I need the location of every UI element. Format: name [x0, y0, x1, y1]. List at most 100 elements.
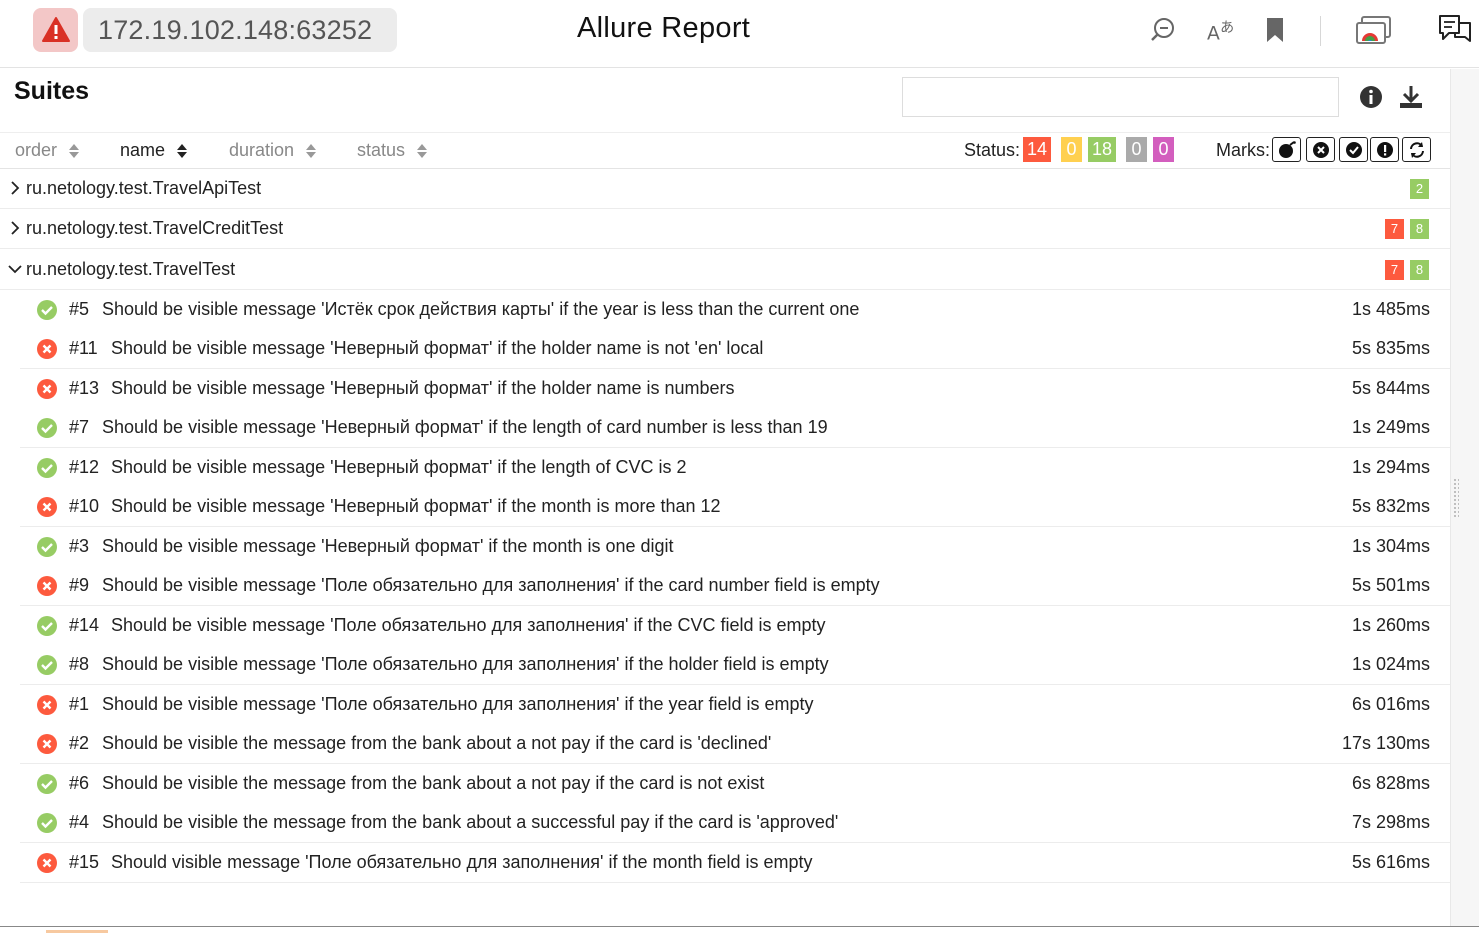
status-filter-skipped[interactable]: 0	[1126, 137, 1147, 162]
test-case-row[interactable]: #9 Should be visible message 'Поле обязат…	[20, 566, 1450, 606]
status-filter-label: Status:	[964, 140, 1021, 160]
warning-icon[interactable]	[33, 8, 78, 52]
test-case-number: #11	[69, 338, 98, 358]
zoom-icon[interactable]	[1148, 14, 1178, 46]
status-filter-failed[interactable]: 14	[1023, 137, 1052, 162]
suite-row-travel-test[interactable]: ru.netology.test.TravelTest 7 8	[0, 250, 1450, 290]
svg-text:あ: あ	[1220, 20, 1234, 36]
sort-arrows-icon	[69, 143, 80, 158]
sort-name-label: name	[120, 140, 166, 160]
test-case-row[interactable]: #14 Should be visible message 'Поле обяза…	[20, 606, 1450, 646]
passed-status-icon	[37, 774, 57, 794]
passed-status-icon	[37, 458, 57, 478]
test-case-name: Should be visible message 'Неверный форм…	[111, 496, 721, 516]
suite-name: ru.netology.test.TravelTest	[26, 259, 236, 279]
suite-name: ru.netology.test.TravelApiTest	[26, 178, 262, 198]
test-case-duration: 5s 844ms	[1351, 378, 1430, 398]
passed-status-icon	[37, 418, 57, 438]
sort-name[interactable]: name	[120, 140, 188, 161]
address-bar[interactable]: 172.19.102.148:63252	[83, 8, 397, 52]
test-case-name: Should be visible message 'Поле обязател…	[102, 694, 814, 714]
failed-status-icon	[37, 734, 57, 754]
test-case-name: Should be visible message 'Истёк срок де…	[102, 299, 860, 319]
test-case-row[interactable]: #13 Should be visible message 'Неверный ф…	[20, 369, 1450, 409]
failed-status-icon	[37, 695, 57, 715]
search-input[interactable]	[902, 77, 1339, 117]
failed-status-icon	[37, 497, 57, 517]
toolbar-divider	[1320, 16, 1321, 46]
test-case-row[interactable]: #12 Should be visible message 'Неверный ф…	[20, 448, 1450, 488]
status-filter-broken[interactable]: 0	[1061, 137, 1082, 162]
browser-toolbar: 172.19.102.148:63252 Allure Report Aあ	[0, 0, 1479, 68]
mark-new-failed-icon[interactable]	[1306, 137, 1335, 162]
failed-status-icon	[37, 576, 57, 596]
page-title: Allure Report	[577, 12, 751, 44]
suite-failed-count: 7	[1385, 219, 1404, 239]
status-filter-unknown[interactable]: 0	[1153, 137, 1174, 162]
test-case-row[interactable]: #7 Should be visible message 'Неверный фо…	[20, 408, 1450, 448]
test-case-duration: 1s 260ms	[1351, 615, 1430, 635]
suite-name: ru.netology.test.TravelCreditTest	[26, 218, 284, 238]
marks-filter-label: Marks:	[1216, 140, 1270, 160]
test-case-number: #10	[69, 496, 100, 516]
test-case-name: Should be visible message 'Поле обязател…	[102, 654, 829, 674]
chevron-right-icon	[8, 181, 22, 195]
mark-new-passed-icon[interactable]	[1339, 137, 1368, 162]
test-case-duration: 5s 835ms	[1351, 338, 1430, 358]
sort-duration-label: duration	[229, 140, 295, 160]
test-case-duration: 7s 298ms	[1351, 812, 1430, 832]
sort-arrows-icon	[177, 143, 188, 158]
suite-passed-count: 8	[1410, 219, 1429, 239]
download-icon[interactable]	[1398, 84, 1424, 110]
test-case-row[interactable]: #15 Should visible message 'Поле обязател…	[20, 843, 1450, 883]
failed-status-icon	[37, 339, 57, 359]
test-case-row[interactable]: #10 Should be visible message 'Неверный ф…	[20, 487, 1450, 527]
passed-status-icon	[37, 300, 57, 320]
mark-flaky-icon[interactable]	[1272, 137, 1301, 162]
test-case-number: #13	[69, 378, 100, 398]
suite-row-travel-credit-test[interactable]: ru.netology.test.TravelCreditTest 7 8	[0, 209, 1450, 249]
test-case-duration: 6s 016ms	[1351, 694, 1430, 714]
sort-status[interactable]: status	[357, 140, 428, 161]
mark-retries-icon[interactable]	[1402, 137, 1431, 162]
test-case-name: Should visible message 'Поле обязательно…	[111, 852, 813, 872]
test-case-number: #12	[69, 457, 100, 477]
test-case-row[interactable]: #1 Should be visible message 'Поле обязат…	[20, 685, 1450, 725]
mark-new-broken-icon[interactable]	[1370, 137, 1399, 162]
test-case-name: Should be visible message 'Неверный форм…	[102, 536, 674, 556]
sort-duration[interactable]: duration	[229, 140, 317, 161]
test-case-name: Should be visible the message from the b…	[102, 812, 839, 832]
info-icon[interactable]	[1358, 84, 1384, 110]
passed-status-icon	[37, 655, 57, 675]
test-case-row[interactable]: #5 Should be visible message 'Истёк срок …	[20, 290, 1450, 330]
test-case-row[interactable]: #4 Should be visible the message from the…	[20, 803, 1450, 843]
sort-arrows-icon	[417, 143, 428, 158]
test-case-number: #7	[69, 417, 90, 437]
test-case-row[interactable]: #8 Should be visible message 'Поле обязат…	[20, 645, 1450, 685]
scrollbar-grip[interactable]	[1453, 478, 1459, 518]
test-case-number: #3	[69, 536, 90, 556]
suite-row-travel-api-test[interactable]: ru.netology.test.TravelApiTest 2	[0, 169, 1450, 209]
test-case-number: #8	[69, 654, 90, 674]
test-case-row[interactable]: #11 Should be visible message 'Неверный ф…	[20, 329, 1450, 369]
translate-icon[interactable]: Aあ	[1207, 14, 1237, 46]
test-case-number: #9	[69, 575, 90, 595]
test-case-duration: 5s 501ms	[1351, 575, 1430, 595]
test-case-duration: 1s 304ms	[1351, 536, 1430, 556]
cast-icon[interactable]	[1356, 14, 1392, 46]
chevron-down-icon	[8, 262, 22, 276]
test-case-name: Should be visible message 'Поле обязател…	[111, 615, 826, 635]
test-case-number: #15	[69, 852, 100, 872]
test-case-name: Should be visible the message from the b…	[102, 773, 765, 793]
sort-order[interactable]: order	[15, 140, 80, 161]
status-filter-passed[interactable]: 18	[1088, 137, 1117, 162]
suite-passed-count: 2	[1410, 179, 1429, 199]
reader-icon[interactable]	[1437, 14, 1473, 46]
test-case-row[interactable]: #2 Should be visible the message from the…	[20, 724, 1450, 764]
bookmark-icon[interactable]	[1260, 14, 1290, 46]
test-case-row[interactable]: #3 Should be visible message 'Неверный фо…	[20, 527, 1450, 567]
test-case-name: Should be visible message 'Поле обязател…	[102, 575, 880, 595]
passed-status-icon	[37, 537, 57, 557]
test-case-name: Should be visible message 'Неверный форм…	[111, 378, 735, 398]
test-case-row[interactable]: #6 Should be visible the message from the…	[20, 764, 1450, 804]
